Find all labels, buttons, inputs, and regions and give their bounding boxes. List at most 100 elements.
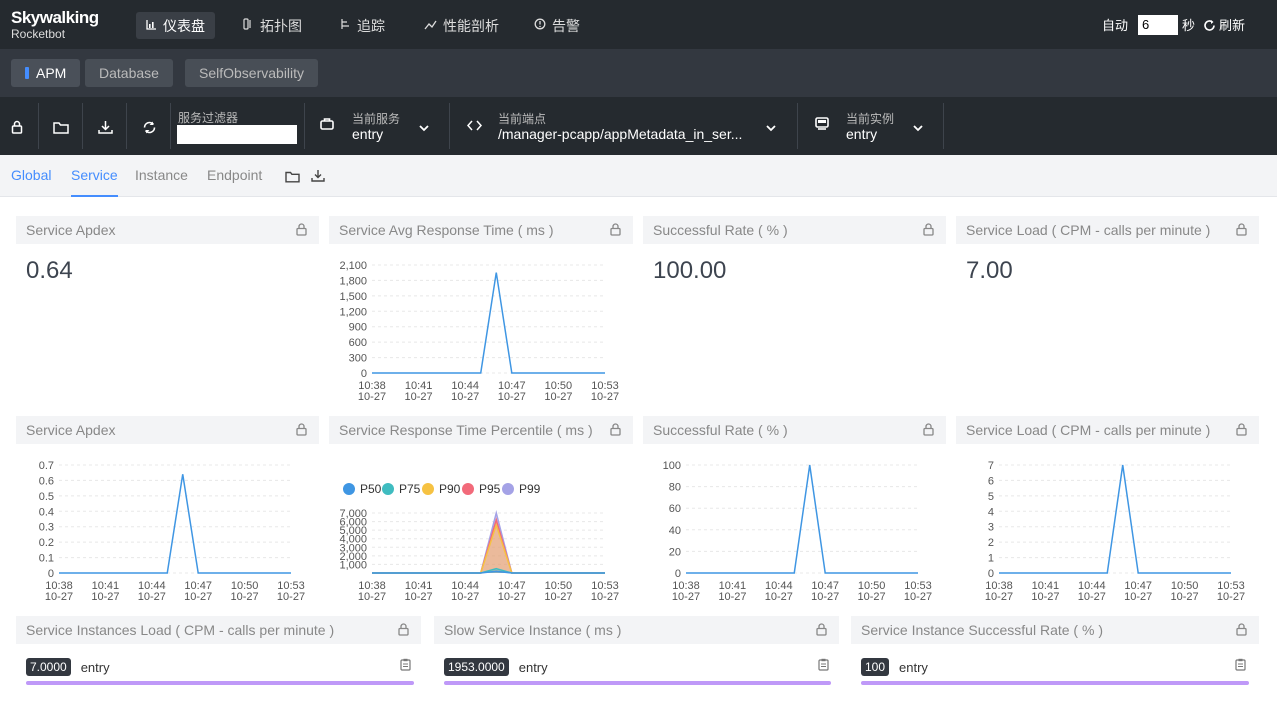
y-tick-label: 0.6	[39, 475, 54, 487]
card-title: Service Instances Load ( CPM - calls per…	[16, 616, 421, 644]
card-title: Service Apdex	[16, 416, 319, 444]
endpoint-selector[interactable]: 当前端点 /manager-pcapp/appMetadata_in_ser..…	[450, 101, 796, 151]
nav-label: 告警	[552, 17, 580, 34]
toolbar: 服务过滤器 当前服务 entry 当前端点 /manager-pcapp/app…	[0, 97, 1277, 155]
x-tick-date: 10-27	[544, 391, 572, 403]
lock-icon[interactable]	[610, 423, 621, 436]
card-avg-response-time: Service Avg Response Time ( ms ) 2,100 1,…	[329, 216, 633, 434]
download-icon	[97, 121, 113, 134]
nav-profile[interactable]: 性能剖析	[414, 12, 509, 39]
lock-icon[interactable]	[816, 623, 827, 636]
legend-label: P75	[399, 482, 421, 496]
y-tick-label: 1,200	[339, 306, 367, 318]
card-successful-rate: Successful Rate ( % ) 100.00	[643, 216, 946, 298]
y-tick-label: 0.3	[39, 522, 54, 534]
instance-value-badge: 7.0000	[26, 658, 71, 676]
card-title: Successful Rate ( % )	[643, 416, 946, 444]
y-tick-label: 60	[669, 503, 681, 515]
legend-marker	[382, 483, 394, 495]
divider	[126, 103, 127, 149]
download-button[interactable]	[94, 117, 116, 137]
service-filter-input[interactable]	[177, 125, 297, 144]
lock-icon[interactable]	[1236, 223, 1247, 236]
nav-trace[interactable]: 追踪	[330, 12, 395, 39]
x-tick-date: 10-27	[138, 591, 166, 603]
nav-alarm[interactable]: 告警	[524, 12, 590, 39]
auto-interval-input[interactable]	[1137, 14, 1178, 35]
download-icon[interactable]	[311, 169, 325, 187]
y-tick-label: 3	[988, 522, 994, 534]
nav-label: 仪表盘	[163, 17, 205, 34]
service-load-value: 7.00	[966, 257, 1013, 284]
dashboard-icon	[146, 19, 157, 33]
nav-label: 追踪	[357, 17, 385, 34]
tab-endpoint[interactable]: Endpoint	[207, 155, 262, 197]
service-selector[interactable]: 当前服务 entry	[305, 101, 448, 151]
folder-icon[interactable]	[285, 170, 300, 188]
y-tick-label: 0	[361, 368, 367, 380]
instance-row[interactable]: 1953.0000 entry	[444, 658, 548, 676]
y-tick-label: 6	[988, 475, 994, 487]
x-tick-date: 10-27	[1031, 591, 1059, 603]
series-line	[999, 464, 1231, 574]
legend-marker	[422, 483, 434, 495]
nav-topology[interactable]: 拓扑图	[233, 12, 312, 39]
card-title: Service Apdex	[16, 216, 319, 244]
reload-icon	[143, 121, 155, 133]
auto-unit: 秒	[1181, 18, 1195, 33]
y-tick-label: 900	[349, 322, 367, 334]
legend-label: P95	[479, 482, 501, 496]
clipboard-icon[interactable]	[1235, 658, 1246, 671]
divider	[170, 103, 171, 149]
x-tick-date: 10-27	[591, 591, 619, 603]
lock-icon[interactable]	[1236, 623, 1247, 636]
x-tick-date: 10-27	[1078, 591, 1106, 603]
x-tick-date: 10-27	[1124, 591, 1152, 603]
x-tick-date: 10-27	[904, 591, 932, 603]
lock-icon[interactable]	[610, 223, 621, 236]
card-title: Service Load ( CPM - calls per minute )	[956, 216, 1259, 244]
tab-service[interactable]: Service	[71, 155, 118, 197]
x-tick-date: 10-27	[672, 591, 700, 603]
chevron-down-icon	[766, 119, 776, 137]
instance-row[interactable]: 7.0000 entry	[26, 658, 110, 676]
trace-icon	[340, 18, 351, 33]
divider	[38, 103, 39, 149]
tab-instance[interactable]: Instance	[135, 155, 188, 197]
lock-button[interactable]	[6, 117, 28, 137]
tab-selfobservability[interactable]: SelfObservability	[185, 59, 319, 87]
instance-name: entry	[899, 659, 928, 675]
auto-label: 自动	[1101, 18, 1128, 33]
clipboard-icon[interactable]	[818, 658, 829, 671]
code-icon	[466, 118, 483, 136]
clipboard-icon[interactable]	[400, 658, 411, 671]
nav-dashboard[interactable]: 仪表盘	[136, 12, 215, 39]
brand-name: Skywalking	[11, 8, 99, 27]
alarm-icon	[534, 18, 546, 33]
legend-label: P90	[439, 482, 461, 496]
x-tick-date: 10-27	[277, 591, 305, 603]
tab-database[interactable]: Database	[85, 59, 173, 87]
reload-button[interactable]	[138, 117, 160, 137]
series-line	[686, 464, 918, 574]
lock-icon[interactable]	[1236, 423, 1247, 436]
avg-response-time-chart: 2,1001,8001,5001,200900600300010:3810-27…	[339, 260, 619, 403]
lock-icon[interactable]	[923, 223, 934, 236]
y-tick-label: 40	[669, 525, 681, 537]
y-tick-label: 300	[349, 353, 367, 365]
open-folder-button[interactable]	[50, 117, 72, 137]
tab-apm[interactable]: APM	[11, 59, 81, 87]
tab-global[interactable]: Global	[11, 155, 51, 197]
lock-icon[interactable]	[296, 423, 307, 436]
legend-marker	[502, 483, 514, 495]
x-tick-date: 10-27	[498, 391, 526, 403]
instance-selector[interactable]: 当前实例 entry	[798, 101, 942, 151]
instance-row[interactable]: 100 entry	[861, 658, 928, 676]
instance-name: entry	[80, 659, 110, 675]
lock-icon[interactable]	[923, 423, 934, 436]
lock-icon[interactable]	[398, 623, 409, 636]
lock-icon[interactable]	[296, 223, 307, 236]
card-title: Service Load ( CPM - calls per minute )	[956, 416, 1259, 444]
y-tick-label: 2	[988, 537, 994, 549]
refresh-button[interactable]: 刷新	[1203, 15, 1245, 34]
